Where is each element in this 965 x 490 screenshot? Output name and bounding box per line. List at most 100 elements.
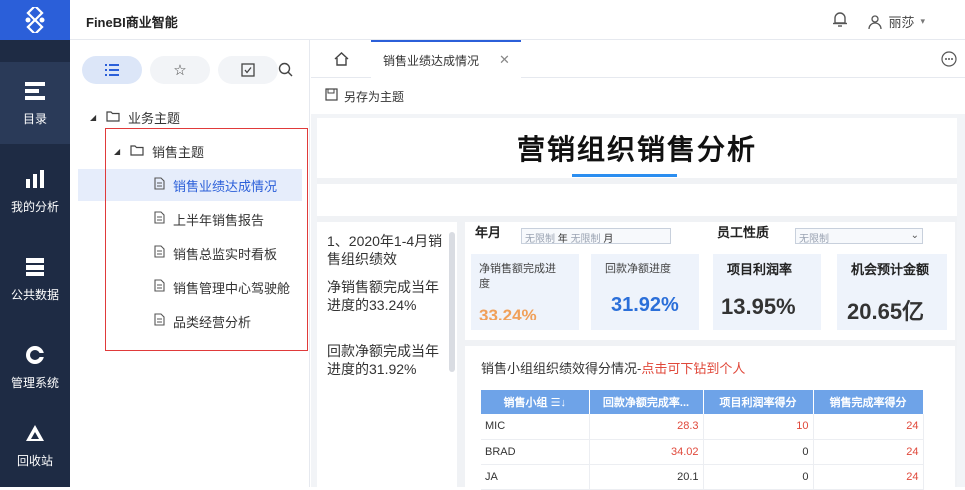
table-cell: 24	[813, 439, 924, 465]
search-icon[interactable]	[278, 62, 293, 80]
kpi-label: 机会预计金额	[851, 262, 930, 277]
table-cell: 28.3	[589, 414, 704, 440]
chevron-down-icon: ▾	[920, 16, 925, 26]
top-bar: FineBI商业智能 丽莎 ▾	[70, 0, 965, 40]
yearmonth-select[interactable]: 无限制 年 无限制 月	[521, 228, 671, 245]
title-underline	[572, 174, 677, 177]
column-header[interactable]: 项目利润率得分	[703, 390, 814, 414]
table-cell: 24	[813, 414, 924, 440]
user-menu[interactable]: 丽莎 ▾	[868, 12, 925, 31]
month-value: 无限制	[570, 234, 601, 245]
kpi-value: 31.92%	[611, 294, 679, 316]
table-cell: MIC	[481, 414, 590, 440]
favorites-button[interactable]: ☆	[150, 56, 210, 84]
main-area: 销售业绩达成情况 ✕ 另存为主题 营销组织销售分析 1、2020年1-4月销售组…	[311, 40, 965, 490]
kpi-row: 净销售额完成进度 33.24% 回款净额进度 31.92% 项目利润率 13.9…	[465, 246, 955, 340]
tab-active[interactable]: 销售业绩达成情况 ✕	[371, 40, 521, 78]
home-tab[interactable]	[311, 40, 371, 78]
dashboard-title: 营销组织销售分析	[516, 134, 757, 165]
nav-my-analysis[interactable]: 我的分析	[0, 150, 70, 232]
tree-root-label: 业务主题	[128, 110, 181, 126]
kpi-card[interactable]: 机会预计金额 20.65亿	[837, 254, 947, 330]
left-nav: 目录 我的分析 公共数据 管理系统 回收站	[0, 0, 70, 487]
table-row[interactable]: MIC 28.3 10 24	[481, 414, 924, 440]
save-toolbar: 另存为主题	[311, 78, 965, 114]
scrollbar[interactable]	[449, 232, 455, 372]
save-as-icon	[325, 88, 338, 104]
kpi-card[interactable]: 项目利润率 13.95%	[713, 254, 821, 330]
list-view-button[interactable]	[82, 56, 142, 84]
table-title: 销售小组组织绩效得分情况-点击可下钻到个人	[481, 358, 745, 377]
kpi-value: 13.95%	[721, 294, 796, 319]
year-value: 无限制	[525, 234, 555, 245]
table-title-text: 销售小组组织绩效得分情况-	[481, 361, 642, 376]
staff-type-select[interactable]: 无限制 ⌄	[795, 228, 923, 245]
table-cell: 10	[703, 414, 814, 440]
kpi-value: 33.24%	[479, 306, 537, 320]
user-name: 丽莎	[888, 15, 915, 30]
kpi-label: 回款净额进度	[605, 263, 671, 275]
summary-text-card: 1、2020年1-4月销售组织绩效 净销售额完成当年进度的33.24% 回款净额…	[317, 222, 457, 487]
filter-bar: 年月 无限制 年 无限制 月 员工性质 无限制 ⌄	[465, 222, 955, 246]
group-performance-card: 销售小组组织绩效得分情况-点击可下钻到个人 销售小组 ☰↓ 回款净额完成率...…	[465, 346, 955, 490]
recycle-icon	[24, 422, 46, 444]
table-row[interactable]: JA 20.1 0 24	[481, 464, 924, 490]
filter-label-yearmonth: 年月	[475, 225, 502, 240]
table-row[interactable]: BRAD 34.02 0 24	[481, 439, 924, 465]
kpi-card[interactable]: 净销售额完成进度 33.24%	[471, 254, 579, 330]
nav-public-data[interactable]: 公共数据	[0, 238, 70, 320]
table-cell: 0	[703, 464, 814, 490]
analysis-icon	[24, 168, 46, 190]
dashboard-canvas: 营销组织销售分析 1、2020年1-4月销售组织绩效 净销售额完成当年进度的33…	[317, 118, 957, 490]
column-header[interactable]: 销售完成率得分	[813, 390, 924, 414]
checked-button[interactable]	[218, 56, 278, 84]
more-options-icon[interactable]	[941, 51, 957, 70]
highlight-box	[105, 128, 308, 351]
logo-icon	[25, 7, 45, 33]
column-header[interactable]: 销售小组 ☰↓	[481, 390, 590, 414]
staff-type-value: 无限制	[799, 234, 829, 245]
drill-down-hint[interactable]: 点击可下钻到个人	[641, 361, 745, 376]
summary-text: 1、2020年1-4月销售组织绩效	[327, 233, 443, 267]
table-cell: 0	[703, 439, 814, 465]
kpi-label: 项目利润率	[727, 262, 793, 277]
table-cell: 24	[813, 464, 924, 490]
filter-label-staff-type: 员工性质	[717, 225, 770, 240]
performance-table: 销售小组 ☰↓ 回款净额完成率... 项目利润率得分 销售完成率得分 MIC 2…	[481, 390, 924, 490]
kpi-value: 20.65亿	[847, 299, 925, 324]
list-icon	[105, 64, 119, 76]
summary-text: 回款净额完成当年进度的31.92%	[327, 343, 439, 377]
nav-catalog-label: 目录	[22, 111, 47, 126]
expand-triangle-icon[interactable]: ◢	[90, 113, 98, 122]
summary-text: 净销售额完成当年进度的33.24%	[327, 279, 439, 313]
gear-icon	[24, 344, 46, 366]
home-icon	[334, 52, 348, 66]
table-cell: JA	[481, 464, 590, 490]
close-icon[interactable]: ✕	[499, 52, 510, 68]
app-title: FineBI商业智能	[86, 15, 178, 30]
bell-icon[interactable]	[833, 11, 847, 30]
nav-catalog[interactable]: 目录	[0, 62, 70, 144]
spacer-strip	[317, 184, 957, 216]
nav-public-data-label: 公共数据	[10, 287, 59, 302]
folder-icon	[106, 110, 120, 125]
tab-bar: 销售业绩达成情况 ✕	[311, 40, 965, 78]
catalog-icon	[24, 80, 46, 102]
kpi-label: 净销售额完成进度	[479, 263, 556, 290]
table-cell: BRAD	[481, 439, 590, 465]
finebi-logo[interactable]	[0, 0, 70, 40]
nav-my-analysis-label: 我的分析	[10, 199, 59, 214]
kpi-card[interactable]: 回款净额进度 31.92%	[591, 254, 699, 330]
nav-recycle-label: 回收站	[16, 453, 53, 468]
year-unit: 年	[557, 234, 568, 245]
nav-recycle[interactable]: 回收站	[0, 404, 70, 486]
column-header[interactable]: 回款净额完成率...	[589, 390, 704, 414]
save-as-button[interactable]: 另存为主题	[344, 88, 404, 105]
month-unit: 月	[603, 234, 614, 245]
star-icon: ☆	[173, 62, 187, 79]
table-cell: 34.02	[589, 439, 704, 465]
user-icon	[868, 14, 883, 29]
chevron-down-icon: ⌄	[910, 230, 919, 241]
nav-admin[interactable]: 管理系统	[0, 326, 70, 408]
nav-admin-label: 管理系统	[10, 375, 59, 390]
